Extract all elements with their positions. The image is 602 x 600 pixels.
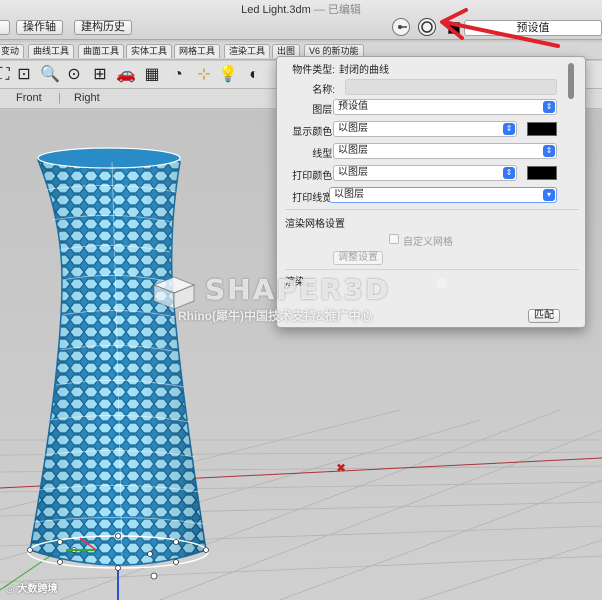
print-color-label: 打印颜色: — [292, 171, 335, 182]
match-button[interactable]: 匹配 — [528, 309, 560, 323]
linetype-row: 线型: 以图层 ⇕ — [277, 141, 587, 163]
name-row: 名称: — [277, 77, 587, 99]
custom-mesh-label: 自定义网格 — [403, 237, 453, 248]
print-width-select[interactable]: 以图层 ▾ — [329, 187, 557, 203]
chevron-updown-icon: ⇕ — [543, 101, 555, 113]
object-type-row: 物件类型: 封闭的曲线 — [277, 57, 587, 79]
chevron-updown-icon: ⇕ — [543, 145, 555, 157]
layer-select-value: 预设值 — [338, 101, 368, 112]
svg-text:✖: ✖ — [336, 461, 346, 475]
chevron-down-icon: ▾ — [543, 189, 555, 201]
print-width-row: 打印线宽: 以图层 ▾ — [277, 185, 587, 207]
custom-mesh-checkbox[interactable] — [389, 234, 399, 244]
object-type-label: 物件类型: — [292, 65, 335, 76]
linetype-select[interactable]: 以图层 ⇕ — [333, 143, 557, 159]
display-color-swatch[interactable] — [527, 122, 557, 136]
section-divider — [285, 209, 579, 210]
tab-divider: | — [58, 92, 61, 104]
layer-select[interactable]: 预设值 ⇕ — [333, 99, 557, 115]
print-color-swatch[interactable] — [527, 166, 557, 180]
adjust-settings-button[interactable]: 调整设置 — [333, 251, 383, 265]
linetype-label: 线型: — [312, 149, 335, 160]
corner-watermark: ◎ 大数跨境 — [6, 580, 58, 595]
print-width-value: 以图层 — [334, 189, 364, 200]
section-divider — [285, 269, 579, 270]
chevron-updown-icon: ⇕ — [503, 167, 515, 179]
render-section-title: 渲染 — [285, 277, 305, 288]
print-color-row: 打印颜色: 以图层 ⇕ — [277, 163, 587, 185]
corner-watermark-text: 大数跨境 — [17, 584, 58, 595]
tab-front-view[interactable]: Front — [16, 92, 42, 104]
led-light-model — [27, 147, 209, 580]
tab-right-view[interactable]: Right — [74, 92, 100, 104]
name-field[interactable] — [345, 79, 557, 95]
layer-label: 图层: — [312, 105, 335, 116]
display-color-label: 显示颜色: — [292, 127, 335, 138]
render-mesh-section-title: 渲染网格设置 — [285, 219, 345, 230]
print-color-select[interactable]: 以图层 ⇕ — [333, 165, 517, 181]
object-type-value: 封闭的曲线 — [339, 65, 389, 76]
linetype-value: 以图层 — [338, 145, 368, 156]
display-color-row: 显示颜色: 以图层 ⇕ — [277, 119, 587, 141]
name-label: 名称: — [312, 85, 335, 96]
display-color-select[interactable]: 以图层 ⇕ — [333, 121, 517, 137]
chevron-updown-icon: ⇕ — [503, 123, 515, 135]
corner-logo-icon: ◎ — [6, 584, 18, 595]
properties-panel: 物件类型: 封闭的曲线 名称: 图层: 预设值 ⇕ 显示颜色: 以图层 ⇕ 线型… — [276, 56, 586, 328]
display-color-value: 以图层 — [338, 123, 368, 134]
print-color-value: 以图层 — [338, 167, 368, 178]
layer-row: 图层: 预设值 ⇕ — [277, 97, 587, 119]
